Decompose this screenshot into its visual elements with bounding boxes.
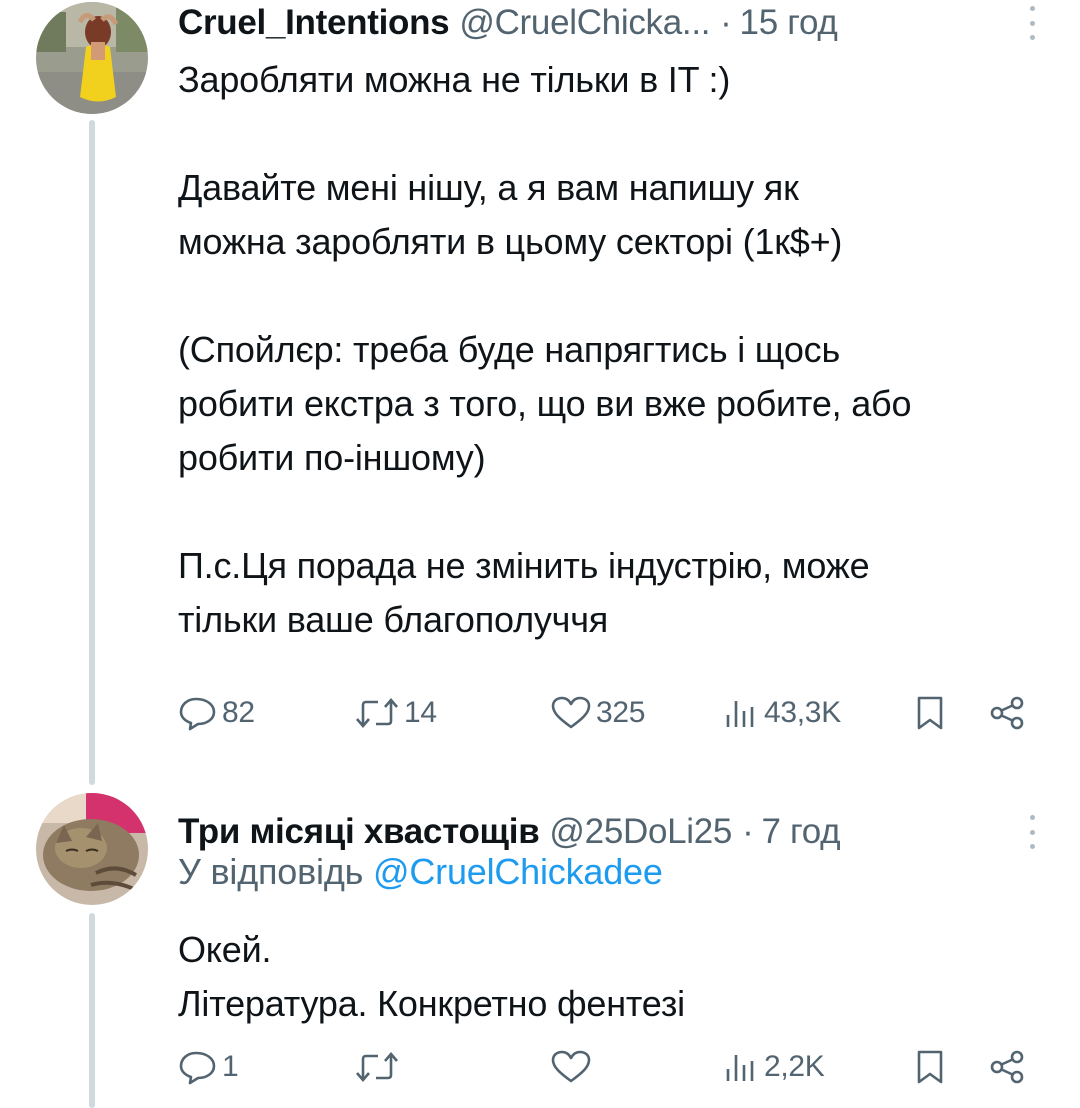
like-button[interactable] bbox=[550, 1047, 596, 1087]
tweet-text: Заробляти можна не тільки в IT :) Давайт… bbox=[178, 59, 912, 640]
bookmark-button[interactable] bbox=[914, 1047, 946, 1087]
action-bar: 1 2,2K bbox=[178, 1047, 1040, 1087]
reply-icon bbox=[178, 695, 218, 731]
bookmark-button[interactable] bbox=[914, 693, 946, 733]
reply-button[interactable]: 82 bbox=[178, 693, 255, 733]
display-name[interactable]: Cruel_Intentions bbox=[178, 3, 450, 43]
timestamp[interactable]: 7 год bbox=[761, 812, 840, 852]
retweet-button[interactable]: 14 bbox=[354, 693, 437, 733]
reply-prefix: У відповідь bbox=[178, 851, 364, 892]
avatar[interactable] bbox=[36, 2, 148, 114]
thread-line bbox=[89, 913, 95, 1108]
timestamp[interactable]: 15 год bbox=[740, 3, 838, 43]
like-button[interactable]: 325 bbox=[550, 693, 645, 733]
separator: · bbox=[720, 3, 732, 42]
avatar-column bbox=[36, 785, 148, 1108]
reply-context: У відповідь @CruelChickadee bbox=[178, 845, 663, 899]
bookmark-icon bbox=[914, 1049, 946, 1085]
retweet-icon bbox=[354, 695, 400, 731]
retweet-button[interactable] bbox=[354, 1047, 404, 1087]
views-button[interactable]: 43,3K bbox=[722, 693, 841, 733]
views-button[interactable]: 2,2K bbox=[722, 1047, 825, 1087]
views-icon bbox=[722, 1049, 760, 1085]
reply-icon bbox=[178, 1049, 218, 1085]
reply-mention-link[interactable]: @CruelChickadee bbox=[373, 851, 663, 892]
tweet[interactable]: Cruel_Intentions @CruelChicka... · 15 го… bbox=[0, 0, 1080, 785]
tweet-header: Cruel_Intentions @CruelChicka... · 15 го… bbox=[178, 0, 1040, 48]
tweet-text: Окей. Література. Конкретно фентезі bbox=[178, 929, 685, 1024]
views-count: 43,3K bbox=[764, 696, 841, 729]
reply-count: 1 bbox=[222, 1050, 239, 1083]
bookmark-icon bbox=[914, 695, 946, 731]
reply-count: 82 bbox=[222, 696, 255, 729]
share-button[interactable] bbox=[988, 1047, 1026, 1087]
like-icon bbox=[550, 695, 592, 731]
share-icon bbox=[988, 695, 1026, 731]
tweet[interactable]: Три місяці хвастощів @25DoLi25 · 7 год У… bbox=[0, 785, 1080, 1108]
more-icon[interactable] bbox=[1028, 815, 1036, 849]
action-bar: 82 14 325 43,3K bbox=[178, 693, 1040, 733]
retweet-count: 14 bbox=[404, 696, 437, 729]
thread-line bbox=[89, 120, 95, 785]
like-count: 325 bbox=[596, 696, 646, 729]
separator: · bbox=[742, 812, 754, 851]
avatar[interactable] bbox=[36, 793, 148, 905]
retweet-icon bbox=[354, 1049, 400, 1085]
share-button[interactable] bbox=[988, 693, 1026, 733]
more-icon[interactable] bbox=[1028, 6, 1036, 40]
share-icon bbox=[988, 1049, 1026, 1085]
user-handle[interactable]: @CruelChicka... bbox=[459, 3, 710, 43]
like-icon bbox=[550, 1049, 592, 1085]
reply-button[interactable]: 1 bbox=[178, 1047, 239, 1087]
avatar-column bbox=[36, 0, 148, 785]
views-icon bbox=[722, 695, 760, 731]
views-count: 2,2K bbox=[764, 1050, 825, 1083]
